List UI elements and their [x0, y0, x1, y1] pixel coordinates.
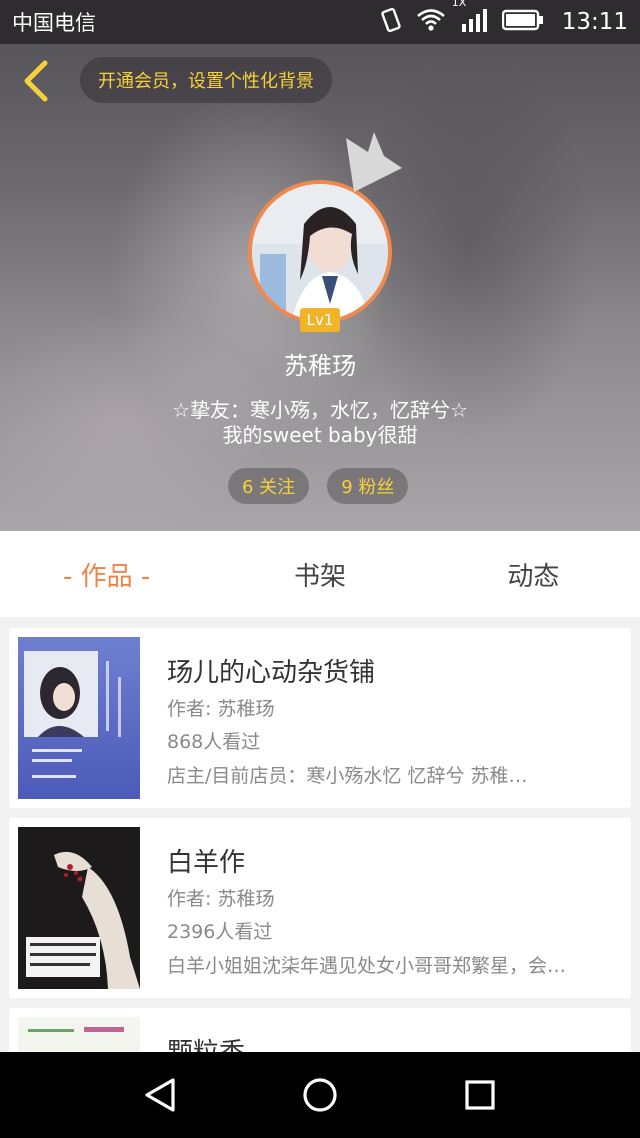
tab-activity[interactable]: 动态 [427, 556, 640, 593]
network-label: 1X [451, 0, 467, 9]
avatar [248, 180, 392, 324]
book-cover [18, 827, 140, 989]
work-card[interactable]: 颗粒香 [9, 1008, 631, 1052]
nav-home-button[interactable] [290, 1065, 350, 1125]
work-author: 作者: 苏稚玚 [167, 698, 275, 720]
avatar-container[interactable] [248, 132, 402, 324]
work-description: 白羊小姐姐沈柒年遇见处女小哥哥郑繁星，会… [167, 955, 567, 977]
circle-home-icon [303, 1078, 337, 1112]
triangle-back-icon [145, 1078, 175, 1112]
nav-back-button[interactable] [130, 1065, 190, 1125]
vibrate-icon [380, 7, 402, 38]
work-views: 2396人看过 [167, 921, 273, 943]
bio-line-2: 我的sweet baby很甜 [222, 423, 418, 447]
stats-row: 6 关注 9 粉丝 [228, 468, 409, 504]
back-arrow-icon [24, 60, 48, 102]
clock: 13:11 [561, 9, 628, 35]
work-title: 颗粒香 [167, 1032, 245, 1052]
crown-icon [346, 132, 402, 192]
work-title: 白羊作 [167, 848, 246, 878]
profile-name: 苏稚玚 [284, 352, 356, 380]
profile-bio: ☆挚友：寒小殇，水忆，忆辞兮☆ 我的sweet baby很甜 [0, 398, 640, 448]
tab-works[interactable]: - 作品 - [0, 556, 213, 593]
work-title: 玚儿的心动杂货铺 [167, 658, 376, 688]
wifi-icon [416, 8, 446, 37]
work-description: 店主/目前店员：寒小殇水忆 忆辞兮 苏稚… [167, 765, 528, 787]
book-cover [18, 637, 140, 799]
signal-icon: 1X [452, 0, 488, 37]
work-card[interactable]: 玚儿的心动杂货铺 作者: 苏稚玚 868人看过 店主/目前店员：寒小殇水忆 忆辞… [9, 628, 631, 808]
tab-bar: - 作品 - 书架 动态 [0, 531, 640, 617]
tab-bookshelf[interactable]: 书架 [213, 556, 426, 593]
level-badge: Lv1 [300, 308, 340, 332]
back-button[interactable] [18, 58, 54, 104]
square-recents-icon [465, 1080, 495, 1110]
profile-header: 开通会员，设置个性化背景 Lv1 苏稚玚 ☆挚友：寒小殇，水忆，忆辞兮☆ 我的s… [0, 44, 640, 531]
carrier-label: 中国电信 [12, 11, 96, 35]
following-button[interactable]: 6 关注 [228, 468, 310, 504]
works-list: 玚儿的心动杂货铺 作者: 苏稚玚 868人看过 店主/目前店员：寒小殇水忆 忆辞… [0, 628, 640, 1052]
work-views: 868人看过 [167, 731, 261, 753]
nav-recents-button[interactable] [450, 1065, 510, 1125]
followers-button[interactable]: 9 粉丝 [327, 468, 409, 504]
navigation-bar [0, 1052, 640, 1138]
work-author: 作者: 苏稚玚 [167, 888, 275, 910]
status-bar: 中国电信 1X 13:11 [0, 0, 640, 44]
vip-background-button[interactable]: 开通会员，设置个性化背景 [80, 57, 332, 103]
battery-icon [501, 9, 544, 36]
bio-line-1: ☆挚友：寒小殇，水忆，忆辞兮☆ [172, 398, 468, 422]
book-cover [18, 1017, 140, 1052]
work-card[interactable]: 白羊作 作者: 苏稚玚 2396人看过 白羊小姐姐沈柒年遇见处女小哥哥郑繁星，会… [9, 818, 631, 998]
